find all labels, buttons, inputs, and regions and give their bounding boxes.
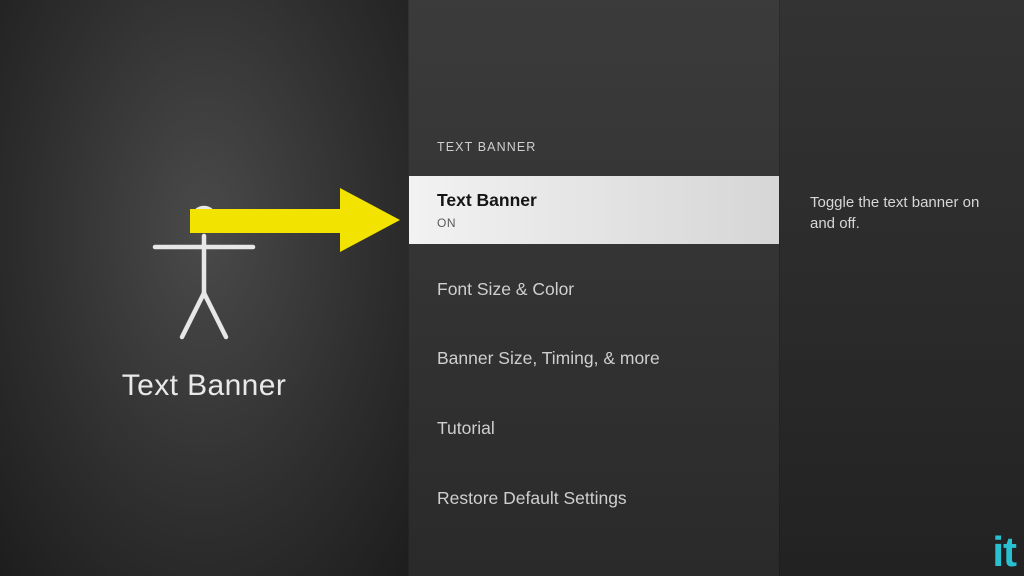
menu-item-label: Banner Size, Timing, & more xyxy=(437,347,751,371)
feature-summary-pane: Text Banner xyxy=(0,0,408,576)
menu-item-tutorial[interactable]: Tutorial xyxy=(409,405,779,453)
menu-item-value: ON xyxy=(437,215,751,231)
setting-description: Toggle the text banner on and off. xyxy=(810,192,994,234)
menu-item-label: Font Size & Color xyxy=(437,278,751,302)
menu-item-restore-defaults[interactable]: Restore Default Settings xyxy=(409,475,779,523)
settings-menu: TEXT BANNER Text Banner ON Font Size & C… xyxy=(408,0,779,576)
settings-screen: Text Banner TEXT BANNER Text Banner ON F… xyxy=(0,0,1024,576)
watermark-logo: it xyxy=(992,528,1016,576)
menu-item-banner-size-timing[interactable]: Banner Size, Timing, & more xyxy=(409,335,779,383)
instruction-arrow-icon xyxy=(190,188,400,252)
feature-title: Text Banner xyxy=(122,369,287,403)
menu-section-header: TEXT BANNER xyxy=(409,140,779,154)
menu-item-text-banner[interactable]: Text Banner ON xyxy=(409,176,779,244)
menu-item-label: Tutorial xyxy=(437,417,751,441)
menu-item-label: Text Banner xyxy=(437,189,751,213)
menu-item-font-size-color[interactable]: Font Size & Color xyxy=(409,266,779,314)
description-pane: Toggle the text banner on and off. xyxy=(779,0,1024,576)
menu-item-label: Restore Default Settings xyxy=(437,487,751,511)
